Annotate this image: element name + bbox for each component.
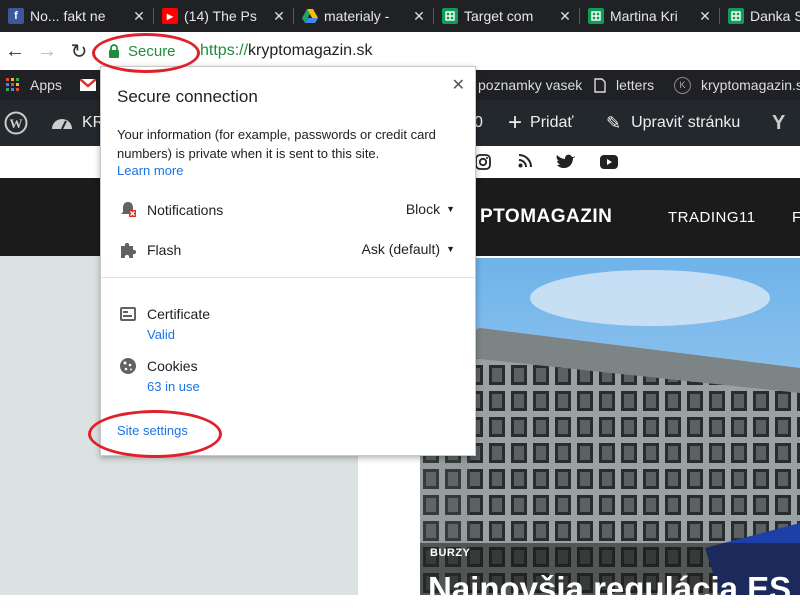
nav-label: F bbox=[792, 208, 800, 226]
add-new-button[interactable]: + Pridať bbox=[508, 100, 573, 146]
dashboard-site-link[interactable]: KR bbox=[50, 100, 104, 146]
certificate-icon bbox=[117, 307, 139, 321]
bookmark-kryptomagazin[interactable]: K kryptomagazin.s bbox=[674, 70, 800, 100]
notifications-label: Notifications bbox=[147, 202, 224, 218]
notifications-row: Notifications bbox=[117, 199, 223, 221]
page-icon bbox=[594, 77, 606, 93]
building-image bbox=[420, 258, 800, 595]
google-sheets-icon bbox=[588, 8, 604, 24]
site-logo[interactable]: PTOMAGAZIN bbox=[480, 178, 612, 256]
divider bbox=[101, 277, 475, 278]
close-tab-icon[interactable]: ✕ bbox=[696, 8, 714, 25]
bookmark-label: letters bbox=[616, 77, 655, 93]
tab-facebook[interactable]: f No... fakt ne ✕ bbox=[0, 0, 154, 32]
google-sheets-icon bbox=[442, 8, 458, 24]
gmail-icon bbox=[80, 79, 96, 91]
tab-youtube[interactable]: ▶ (14) The Ps ✕ bbox=[154, 0, 294, 32]
tab-sheets-danka[interactable]: Danka S bbox=[720, 0, 800, 32]
bookmark-poznamky[interactable]: poznamky vasek bbox=[478, 70, 582, 100]
apps-grid-icon bbox=[6, 78, 19, 91]
tab-title: No... fakt ne bbox=[30, 8, 106, 24]
tab-title: materialy - bbox=[324, 8, 390, 24]
tab-sheets-martina[interactable]: Martina Kri ✕ bbox=[580, 0, 720, 32]
url-scheme: https:// bbox=[200, 42, 249, 59]
url-host: kryptomagazin.sk bbox=[248, 42, 373, 59]
logo-text: PTOMAGAZIN bbox=[480, 206, 613, 227]
add-label: Pridať bbox=[530, 114, 574, 131]
tab-title: Target com bbox=[464, 8, 534, 24]
tab-sheets-target[interactable]: Target com ✕ bbox=[434, 0, 580, 32]
reload-icon[interactable]: ↻ bbox=[68, 40, 90, 63]
youtube-icon: ▶ bbox=[162, 8, 178, 24]
instagram-icon[interactable] bbox=[475, 154, 491, 170]
facebook-icon: f bbox=[8, 8, 24, 24]
bookmark-letters[interactable]: letters bbox=[594, 70, 654, 100]
tab-title: Danka S bbox=[750, 8, 800, 24]
bookmark-label: poznamky vasek bbox=[478, 77, 583, 93]
google-drive-icon bbox=[302, 8, 318, 24]
annotation-ring-secure bbox=[92, 33, 200, 73]
forward-icon[interactable]: → bbox=[36, 40, 58, 62]
yoast-icon[interactable]: Y bbox=[772, 100, 785, 146]
popup-description: Your information (for example, passwords… bbox=[117, 127, 436, 161]
close-icon[interactable]: ✕ bbox=[452, 75, 465, 95]
article-hero-image[interactable] bbox=[420, 258, 800, 595]
nav-item-trading[interactable]: TRADING11 bbox=[668, 178, 756, 256]
youtube-icon[interactable] bbox=[600, 155, 618, 169]
nav-label: TRADING11 bbox=[668, 208, 756, 226]
apps-label: Apps bbox=[30, 77, 62, 93]
url-text[interactable]: https://kryptomagazin.sk bbox=[200, 40, 373, 62]
svg-text:W: W bbox=[10, 116, 23, 131]
certificate-label: Certificate bbox=[147, 306, 211, 322]
popup-title: Secure connection bbox=[117, 87, 258, 106]
edit-label: Upraviť stránku bbox=[631, 114, 741, 131]
wordpress-logo-icon[interactable]: W bbox=[4, 100, 28, 146]
close-tab-icon[interactable]: ✕ bbox=[130, 8, 148, 25]
gmail-bookmark[interactable] bbox=[80, 70, 96, 100]
tab-strip: f No... fakt ne ✕ ▶ (14) The Ps ✕ materi… bbox=[0, 0, 800, 32]
twitter-icon[interactable] bbox=[556, 154, 576, 170]
flash-row: Flash bbox=[117, 239, 181, 261]
certificate-valid-link[interactable]: Valid bbox=[147, 327, 175, 342]
kryptomagazin-favicon: K bbox=[674, 76, 691, 94]
close-tab-icon[interactable]: ✕ bbox=[410, 8, 428, 25]
plus-icon: + bbox=[508, 109, 523, 136]
cookies-label: Cookies bbox=[147, 358, 198, 374]
dropdown-arrow-icon: ▼ bbox=[446, 244, 455, 254]
dashboard-gauge-icon bbox=[52, 119, 72, 130]
tab-title: Martina Kri bbox=[610, 8, 678, 24]
back-icon[interactable]: ← bbox=[4, 40, 26, 62]
pencil-icon: ✎ bbox=[606, 112, 622, 133]
dropdown-arrow-icon: ▼ bbox=[446, 204, 455, 214]
apps-bookmark[interactable]: Apps bbox=[6, 70, 62, 100]
nav-item-next[interactable]: F bbox=[792, 178, 800, 256]
learn-more-link[interactable]: Learn more bbox=[117, 163, 183, 178]
flash-select[interactable]: Ask (default) ▼ bbox=[361, 241, 455, 257]
close-tab-icon[interactable]: ✕ bbox=[556, 8, 574, 25]
certificate-row: Certificate bbox=[117, 303, 210, 325]
tab-drive[interactable]: materialy - ✕ bbox=[294, 0, 434, 32]
edit-page-button[interactable]: ✎ Upraviť stránku bbox=[606, 100, 740, 146]
annotation-ring-site-settings bbox=[88, 410, 222, 458]
flash-value: Ask (default) bbox=[361, 241, 441, 257]
article-headline[interactable]: Najnovšia regulácia ES bbox=[428, 570, 791, 608]
close-tab-icon[interactable]: ✕ bbox=[270, 8, 288, 25]
rss-icon[interactable] bbox=[518, 154, 532, 168]
site-info-popup: Secure connection ✕ Your information (fo… bbox=[100, 66, 476, 456]
notifications-blocked-icon bbox=[117, 201, 139, 219]
notifications-select[interactable]: Block ▼ bbox=[406, 201, 455, 217]
notifications-value: Block bbox=[405, 201, 441, 217]
puzzle-piece-icon bbox=[117, 241, 139, 259]
bookmark-label: kryptomagazin.s bbox=[701, 77, 800, 93]
tab-title: (14) The Ps bbox=[184, 8, 257, 24]
flash-label: Flash bbox=[147, 242, 182, 258]
cookies-in-use-link[interactable]: 63 in use bbox=[147, 379, 200, 394]
cookies-row: Cookies bbox=[117, 355, 198, 377]
article-category[interactable]: BURZY bbox=[430, 547, 470, 559]
google-sheets-icon bbox=[728, 8, 744, 24]
cookie-icon bbox=[117, 357, 139, 375]
